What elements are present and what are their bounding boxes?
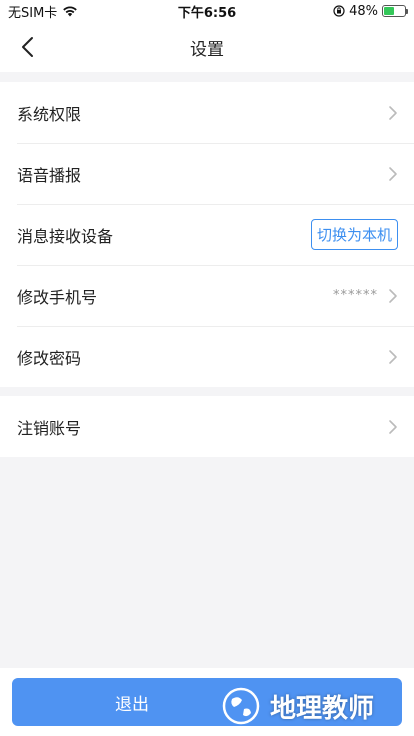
- row-label: 系统权限: [17, 104, 82, 124]
- row-label: 修改密码: [17, 348, 82, 368]
- chevron-right-icon: [389, 349, 397, 364]
- carrier-label: 无SIM卡: [8, 5, 58, 21]
- chevron-right-icon: [389, 419, 397, 434]
- battery-percent: 48%: [349, 3, 378, 19]
- settings-group-account: 注销账号: [0, 396, 414, 457]
- watermark: 地理教师: [220, 686, 374, 726]
- settings-row-message-device: 消息接收设备 切换为本机: [0, 204, 414, 265]
- orientation-lock-icon: [333, 5, 345, 17]
- chevron-right-icon: [389, 288, 397, 303]
- settings-row-voice-broadcast[interactable]: 语音播报: [0, 143, 414, 204]
- row-label: 消息接收设备: [17, 226, 114, 246]
- masked-phone-value: ******: [333, 288, 378, 303]
- status-left: 无SIM卡: [8, 2, 78, 21]
- wifi-icon: [63, 6, 78, 17]
- status-bar: 无SIM卡 下午6:56 48%: [0, 0, 414, 22]
- settings-row-change-password[interactable]: 修改密码: [0, 326, 414, 387]
- watermark-text: 地理教师: [270, 693, 375, 724]
- settings-row-change-phone[interactable]: 修改手机号 ******: [0, 265, 414, 326]
- nav-bar: 设置: [0, 22, 414, 72]
- status-right: 48%: [333, 3, 408, 19]
- globe-icon: [222, 687, 260, 725]
- settings-row-system-permission[interactable]: 系统权限: [0, 82, 414, 143]
- switch-to-this-device-button[interactable]: 切换为本机: [310, 219, 398, 250]
- settings-group-main: 系统权限 语音播报 消息接收设备 切换为本机 修改手机号 ****** 修改密码: [0, 82, 414, 387]
- chevron-right-icon: [389, 105, 397, 120]
- page-title: 设置: [190, 39, 224, 60]
- row-right: ******: [333, 288, 398, 304]
- row-label: 修改手机号: [17, 287, 98, 307]
- chevron-right-icon: [389, 166, 397, 181]
- row-label: 语音播报: [17, 165, 82, 185]
- battery-icon: [382, 5, 408, 17]
- settings-row-delete-account[interactable]: 注销账号: [0, 396, 414, 457]
- back-button[interactable]: [12, 32, 42, 62]
- logout-label: 退出: [115, 694, 149, 715]
- battery-fill: [384, 7, 394, 15]
- row-label: 注销账号: [17, 418, 82, 438]
- chevron-left-icon: [22, 37, 33, 57]
